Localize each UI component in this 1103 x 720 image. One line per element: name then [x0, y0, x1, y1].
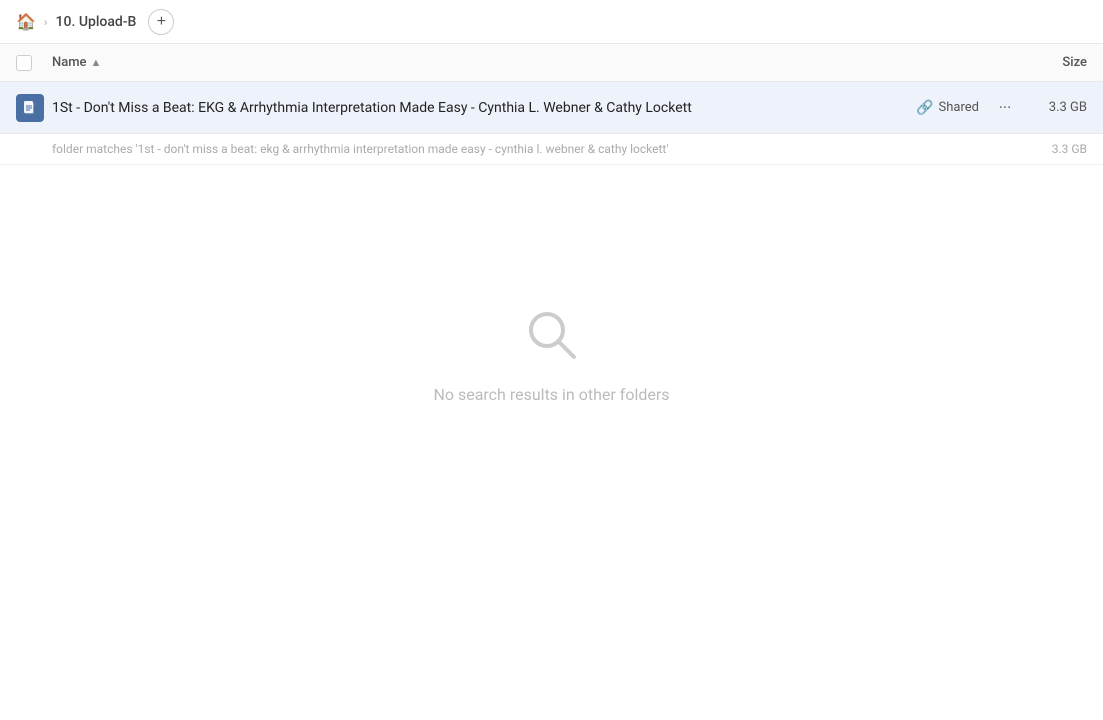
file-size: 3.3 GB: [1027, 100, 1087, 115]
shared-badge: 🔗 Shared: [916, 100, 979, 116]
no-results-message: No search results in other folders: [433, 385, 669, 404]
link-icon: 🔗: [916, 100, 933, 116]
add-tab-button[interactable]: +: [148, 9, 174, 35]
sort-arrow-icon: ▲: [91, 56, 102, 69]
empty-state: No search results in other folders: [0, 305, 1103, 404]
no-results-search-icon: [522, 305, 582, 369]
more-options-button[interactable]: ···: [991, 94, 1019, 122]
home-icon[interactable]: 🏠: [16, 12, 36, 31]
file-icon-col: [16, 94, 52, 122]
file-icon: [16, 94, 44, 122]
select-all-checkbox-col: [16, 55, 52, 71]
name-col-label: Name: [52, 55, 87, 70]
file-actions: 🔗 Shared ···: [916, 94, 1019, 122]
file-row[interactable]: 1St - Don't Miss a Beat: EKG & Arrhythmi…: [0, 82, 1103, 134]
subfolder-match-text: folder matches '1st - don't miss a beat:…: [52, 142, 1027, 156]
breadcrumb-item[interactable]: 10. Upload-B: [56, 14, 137, 30]
file-name: 1St - Don't Miss a Beat: EKG & Arrhythmi…: [52, 100, 916, 116]
header: 🏠 › 10. Upload-B +: [0, 0, 1103, 44]
breadcrumb-separator: ›: [44, 15, 48, 29]
size-column-header[interactable]: Size: [1007, 55, 1087, 70]
shared-label: Shared: [939, 100, 979, 115]
subfolder-matches-row: folder matches '1st - don't miss a beat:…: [0, 134, 1103, 165]
subfolder-size: 3.3 GB: [1027, 142, 1087, 156]
select-all-checkbox[interactable]: [16, 55, 32, 71]
name-column-header[interactable]: Name ▲: [52, 55, 1007, 70]
table-header: Name ▲ Size: [0, 44, 1103, 82]
